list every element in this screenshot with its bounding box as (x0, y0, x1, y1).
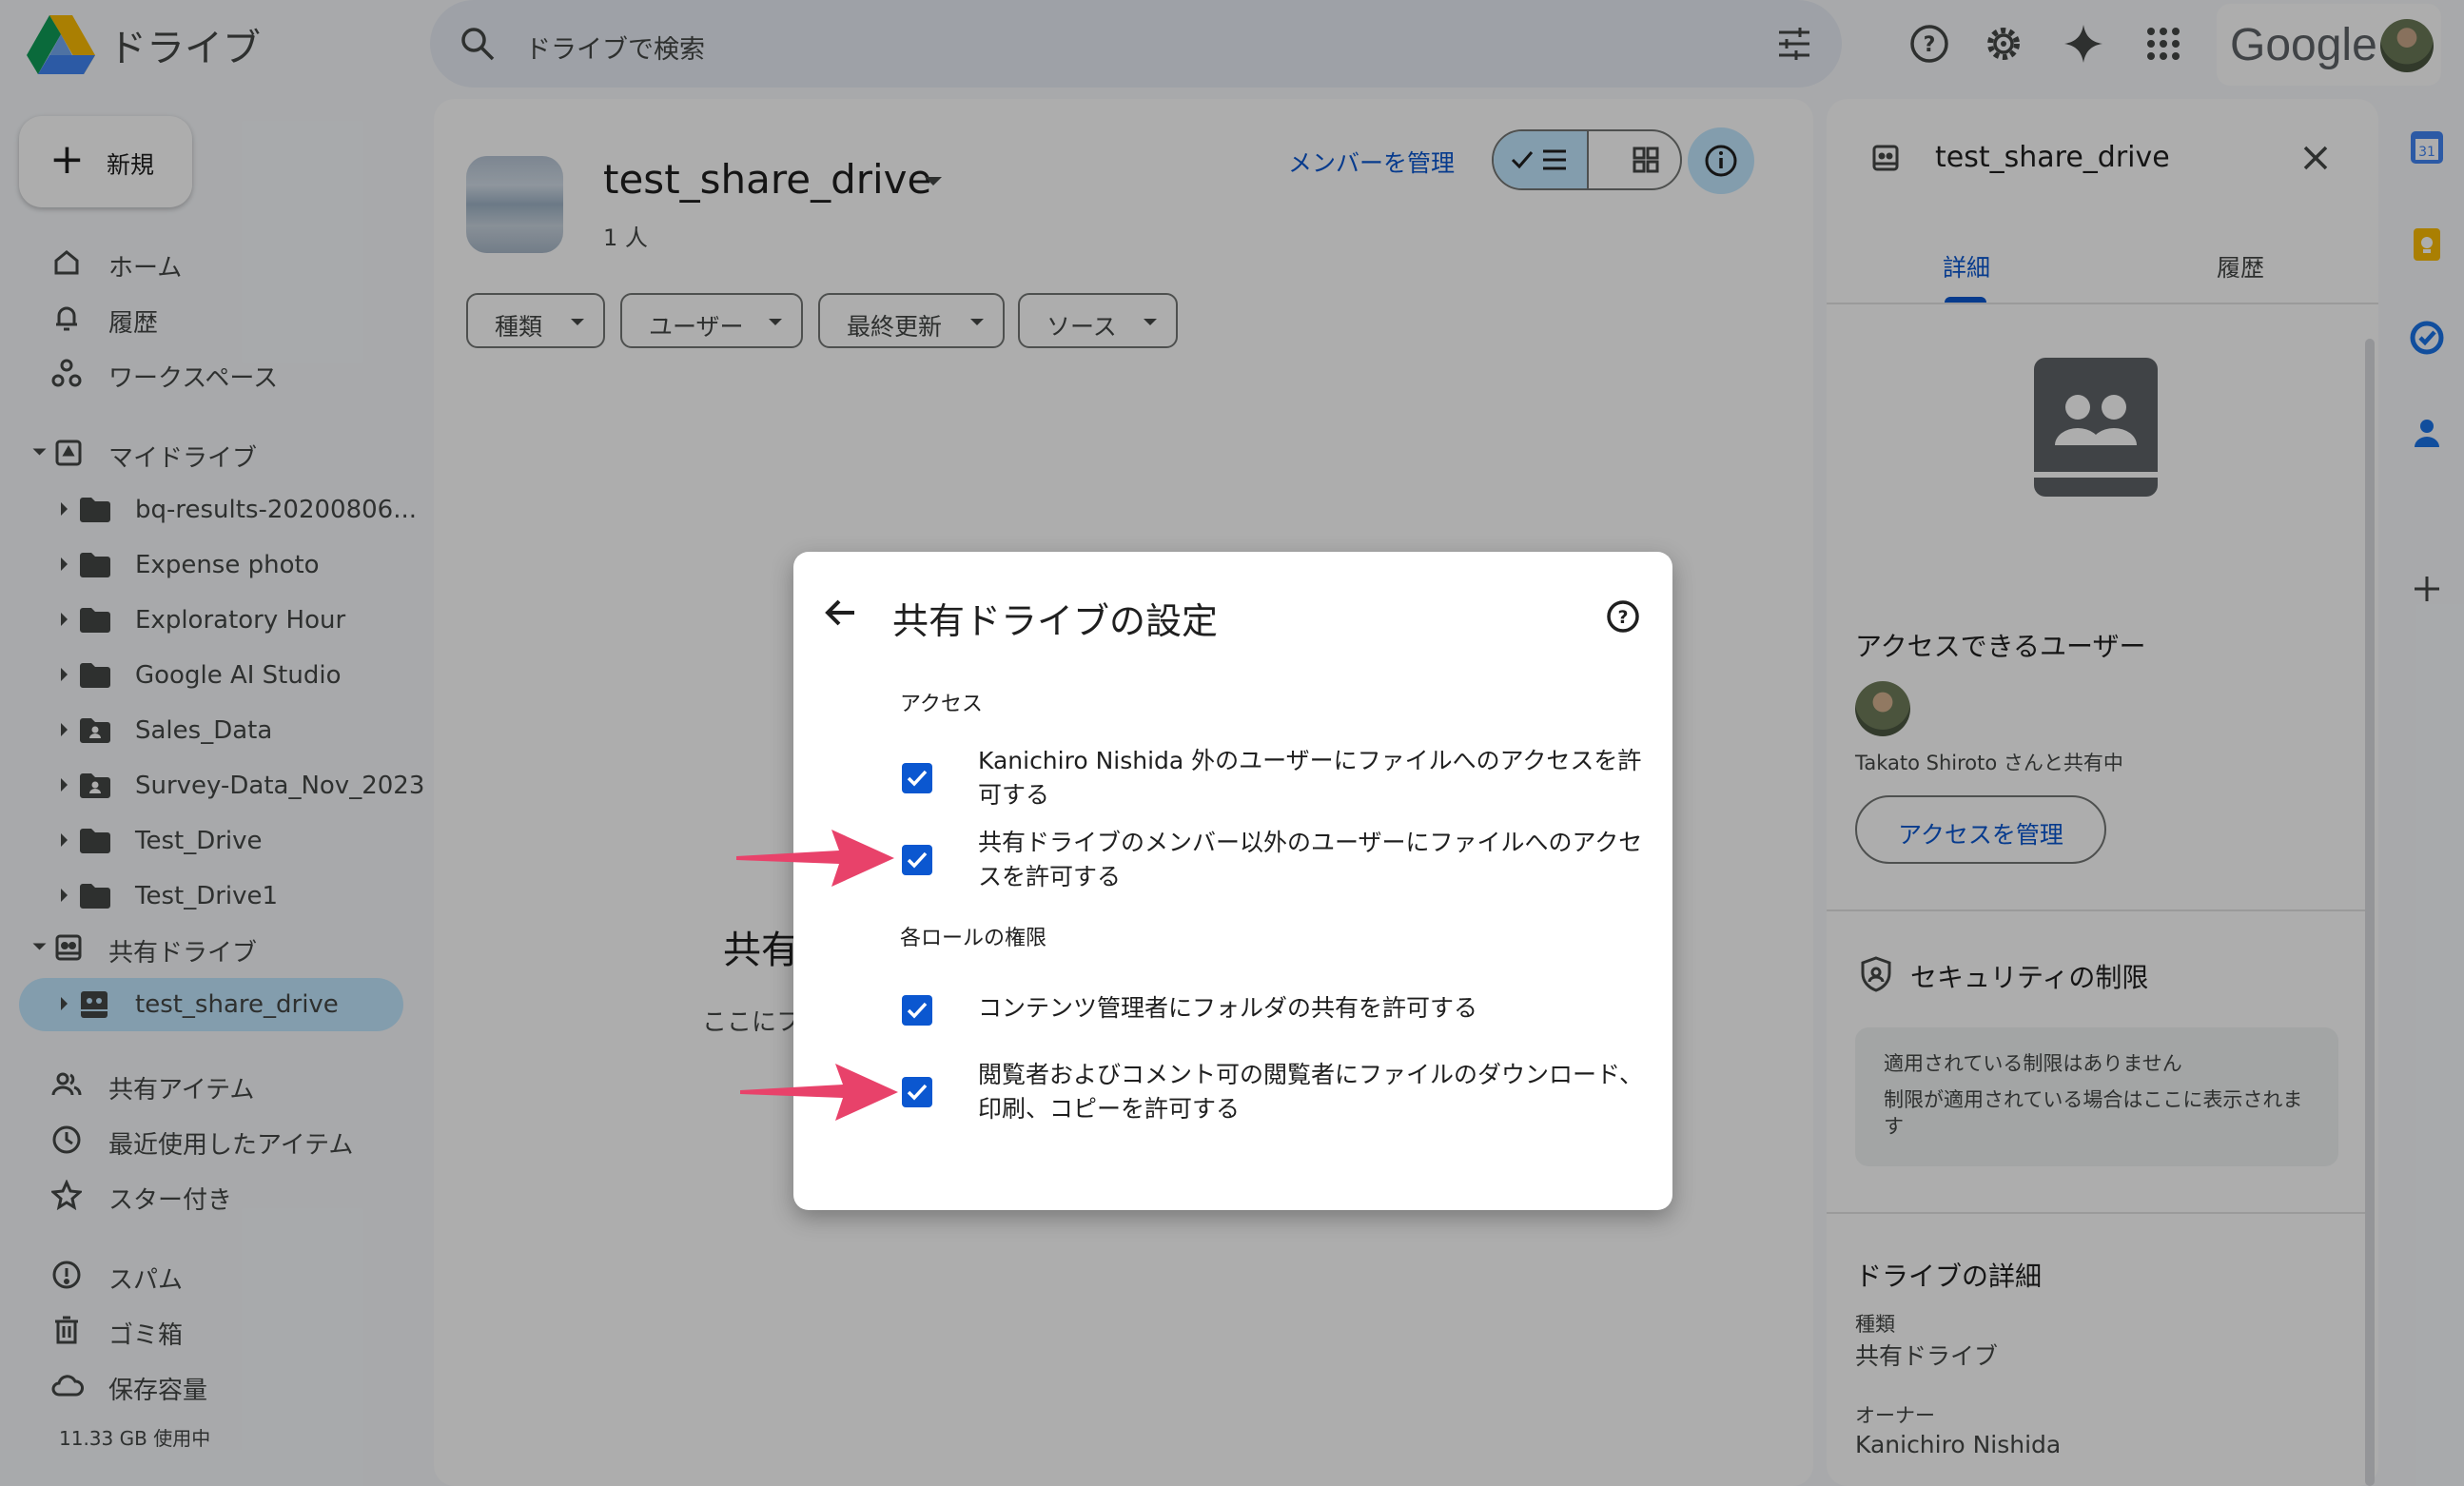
allow-viewers-download-label[interactable]: 閲覧者およびコメント可の閲覧者にファイルのダウンロード、印刷、コピーを許可する (978, 1058, 1644, 1126)
annotation-arrow-icon (734, 824, 896, 890)
allow-managers-share-folders-checkbox[interactable] (902, 995, 932, 1026)
dialog-title: 共有ドライブの設定 (892, 600, 1219, 642)
allow-outside-domain-checkbox[interactable] (902, 763, 932, 793)
allow-outside-domain-label[interactable]: Kanichiro Nishida 外のユーザーにファイルへのアクセスを許可する (978, 744, 1644, 812)
help-icon[interactable]: ? (1606, 599, 1640, 634)
allow-managers-share-folders-label[interactable]: コンテンツ管理者にフォルダの共有を許可する (978, 991, 1644, 1026)
svg-text:?: ? (1617, 607, 1628, 628)
allow-non-members-label[interactable]: 共有ドライブのメンバー以外のユーザーにファイルへのアクセスを許可する (978, 826, 1644, 894)
allow-non-members-checkbox[interactable] (902, 845, 932, 875)
roles-section-label: 各ロールの権限 (900, 927, 1047, 950)
allow-viewers-download-checkbox[interactable] (902, 1077, 932, 1107)
access-section-label: アクセス (900, 693, 983, 716)
annotation-arrow-icon (738, 1058, 900, 1124)
back-arrow-icon[interactable] (822, 594, 860, 632)
shared-drive-settings-dialog: 共有ドライブの設定 ? アクセス Kanichiro Nishida 外のユーザ… (793, 552, 1672, 1210)
